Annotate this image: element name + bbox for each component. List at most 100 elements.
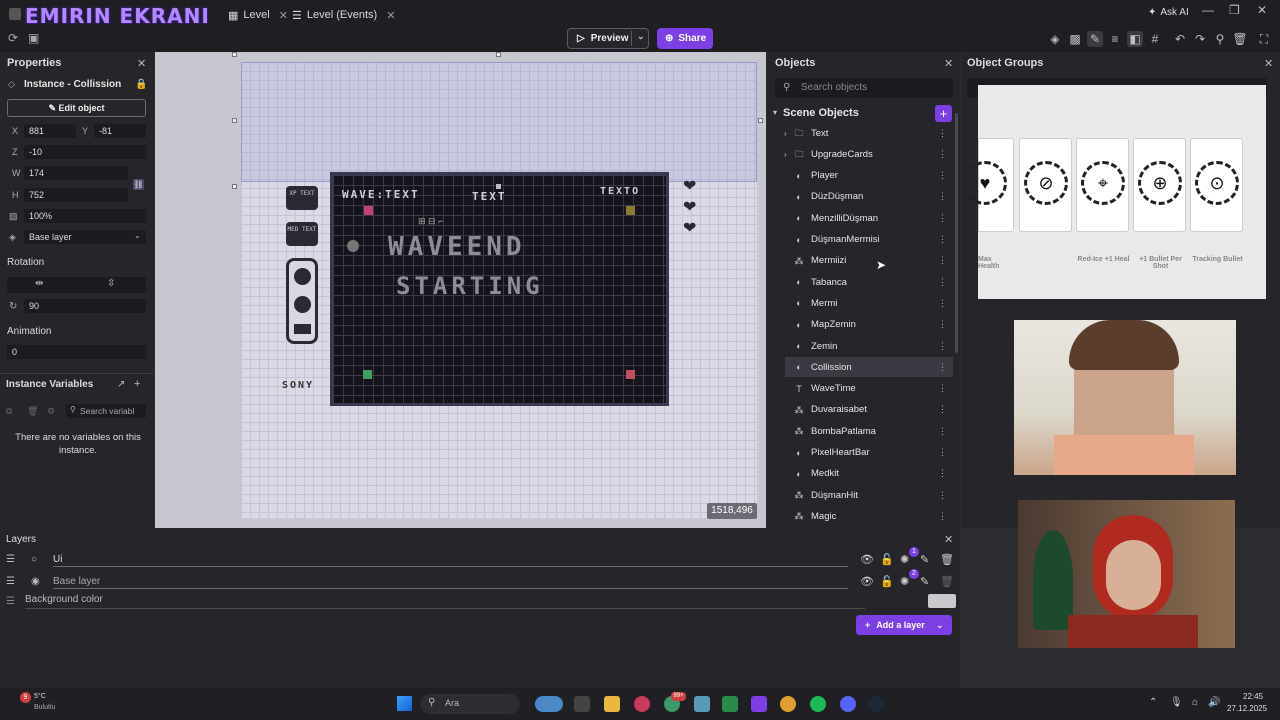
- lock-icon[interactable]: 🔓: [880, 575, 894, 588]
- minimize-button[interactable]: —: [1202, 3, 1214, 17]
- fullscreen-icon[interactable]: ⛶: [1256, 31, 1272, 47]
- preview-button[interactable]: ▷ Preview ⌄: [567, 28, 649, 49]
- drag-handle-icon[interactable]: ☰: [6, 576, 15, 587]
- trash-icon[interactable]: 🗑: [940, 553, 954, 566]
- windows-start-icon[interactable]: [397, 696, 412, 711]
- opera-icon[interactable]: [634, 696, 650, 712]
- grid-cube-icon[interactable]: ▩: [1067, 31, 1083, 47]
- restart-icon[interactable]: ⟳: [8, 31, 18, 45]
- object-item[interactable]: T WaveTime ⋮: [785, 379, 953, 399]
- save-icon[interactable]: ▣: [28, 31, 39, 45]
- chevron-down-icon[interactable]: ⌄: [936, 620, 944, 631]
- taskbar-search[interactable]: ⚲ Ara: [420, 694, 520, 714]
- yellow-marker[interactable]: [626, 206, 635, 215]
- eye-icon[interactable]: 👁: [860, 575, 874, 588]
- lock-icon[interactable]: 🔓: [880, 553, 894, 566]
- layer-name[interactable]: Ui: [53, 554, 62, 565]
- object-item[interactable]: ◐ Zemin ⋮: [785, 336, 953, 356]
- upgrade-card[interactable]: ⊙: [1190, 138, 1243, 232]
- layer-row-base[interactable]: ☰ ◉ Base layer: [0, 572, 860, 590]
- pencil-icon[interactable]: ✎: [920, 553, 929, 566]
- redo-icon[interactable]: ↷: [1192, 31, 1208, 47]
- chrome-icon[interactable]: [780, 696, 796, 712]
- resize-handle[interactable]: [232, 118, 237, 123]
- more-options-icon[interactable]: ⋮: [938, 128, 947, 139]
- more-options-icon[interactable]: ⋮: [938, 234, 947, 245]
- close-icon[interactable]: ✕: [137, 57, 146, 70]
- close-icon[interactable]: ✕: [279, 9, 288, 22]
- spotify-icon[interactable]: [810, 696, 826, 712]
- layer-row-ui[interactable]: ☰ ○ Ui: [0, 550, 860, 568]
- trash-icon[interactable]: 🗑: [940, 575, 954, 588]
- green-marker[interactable]: [363, 370, 372, 379]
- network-icon[interactable]: ⌂: [1192, 697, 1198, 708]
- more-options-icon[interactable]: ⋮: [938, 447, 947, 458]
- x-field[interactable]: 881: [24, 124, 76, 138]
- close-window-button[interactable]: ✕: [1257, 3, 1267, 17]
- object-item[interactable]: ◐ Tabanca ⋮: [785, 272, 953, 292]
- search-objects-input[interactable]: ⚲ Search objects: [775, 78, 953, 98]
- weather-icon[interactable]: 9: [20, 692, 31, 703]
- layers-icon[interactable]: ◧: [1127, 31, 1143, 47]
- starting-title[interactable]: STARTING: [396, 272, 544, 300]
- cube-icon[interactable]: ◈: [1047, 31, 1063, 47]
- eye-icon[interactable]: 👁: [860, 553, 874, 566]
- object-item[interactable]: ◐ Mermi ⋮: [785, 293, 953, 313]
- more-options-icon[interactable]: ⋮: [938, 255, 947, 266]
- selected-collision-instance[interactable]: [241, 62, 757, 182]
- sony-logo-text[interactable]: SONY: [282, 380, 314, 391]
- circle-sprite[interactable]: [347, 240, 359, 252]
- upgrade-card[interactable]: ⊕: [1133, 138, 1186, 232]
- wave-text-object[interactable]: WAVE:TEXT: [342, 188, 420, 201]
- more-options-icon[interactable]: ⋮: [938, 383, 947, 394]
- object-item[interactable]: ⁂ BombaPatlama ⋮: [785, 421, 953, 441]
- more-options-icon[interactable]: ⋮: [938, 490, 947, 501]
- xp-text-object[interactable]: XP TEXT: [286, 186, 318, 210]
- flip-vertical-icon[interactable]: ⇳: [107, 278, 115, 289]
- copy-icon[interactable]: ⧉: [6, 406, 12, 417]
- y-field[interactable]: -81: [94, 124, 146, 138]
- effects-icon[interactable]: ✺: [900, 575, 909, 588]
- more-options-icon[interactable]: ⋮: [938, 362, 947, 373]
- list-icon[interactable]: ≡: [1107, 31, 1123, 47]
- chevron-up-icon[interactable]: ⌃: [1149, 697, 1157, 708]
- search-variables-input[interactable]: ⚲ Search variabl: [66, 404, 146, 418]
- object-item[interactable]: › 🗀 UpgradeCards ⋮: [784, 144, 953, 164]
- undo-icon[interactable]: ↶: [1172, 31, 1188, 47]
- share-button[interactable]: ⊕ Share: [657, 28, 713, 49]
- resize-handle[interactable]: [232, 52, 237, 57]
- more-options-icon[interactable]: ⋮: [938, 468, 947, 479]
- object-item[interactable]: ◐ DüşmanMermisi ⋮: [785, 230, 953, 250]
- layer-name[interactable]: Base layer: [53, 576, 100, 587]
- close-icon[interactable]: ✕: [944, 57, 953, 70]
- tab-level-events[interactable]: ☰ Level (Events) ✕: [292, 6, 395, 24]
- more-options-icon[interactable]: ⋮: [938, 149, 947, 160]
- edit-object-button[interactable]: ✎ Edit object: [7, 99, 146, 117]
- file-explorer-icon[interactable]: [604, 696, 620, 712]
- steam-icon[interactable]: [868, 696, 884, 712]
- texto-object[interactable]: TEXTO: [600, 186, 640, 197]
- text-object[interactable]: TEXT: [472, 190, 507, 203]
- trash-icon[interactable]: 🗑: [1232, 31, 1248, 47]
- effects-icon[interactable]: ✺: [900, 553, 909, 566]
- lock-icon[interactable]: 🔒: [135, 79, 147, 90]
- radio-selected-icon[interactable]: ◉: [31, 576, 40, 587]
- pencil-icon[interactable]: ✎: [1087, 31, 1103, 47]
- more-options-icon[interactable]: ⋮: [938, 404, 947, 415]
- med-text-object[interactable]: MED TEXT: [286, 222, 318, 246]
- animation-field[interactable]: 0: [7, 345, 146, 359]
- clock-date[interactable]: 27.12.2025: [1227, 704, 1267, 713]
- more-options-icon[interactable]: ⋮: [938, 426, 947, 437]
- object-item[interactable]: › 🗀 Text ⋮: [784, 123, 953, 143]
- pink-marker[interactable]: [364, 206, 373, 215]
- task-view-icon[interactable]: [574, 696, 590, 712]
- object-item[interactable]: ◐ Player ⋮: [785, 166, 953, 186]
- more-options-icon[interactable]: ⋮: [938, 213, 947, 224]
- object-item[interactable]: ◐ DüzDüşman ⋮: [785, 187, 953, 207]
- add-layer-button[interactable]: + Add a layer ⌄: [856, 615, 952, 635]
- volume-icon[interactable]: 🔊: [1208, 697, 1220, 708]
- scene-objects-header[interactable]: Scene Objects: [783, 107, 859, 119]
- angle-field[interactable]: 90: [24, 299, 146, 313]
- resize-handle[interactable]: [758, 118, 763, 123]
- object-item[interactable]: ⁂ Mermiizi ⋮: [785, 251, 953, 271]
